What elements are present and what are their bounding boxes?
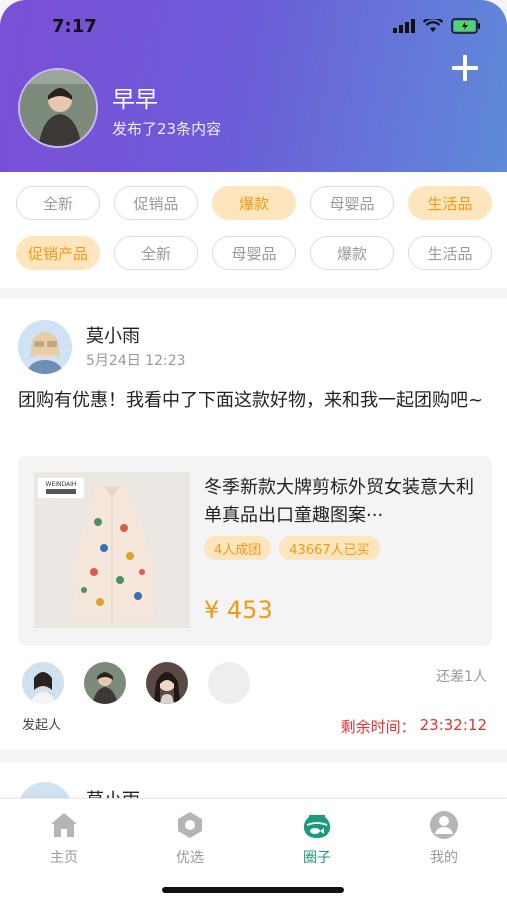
user-name: 早早 — [112, 87, 158, 113]
tag-row-2: 促销产品 全新 母婴品 爆款 生活品 — [16, 236, 492, 270]
post-count-subtitle: 发布了23条内容 — [112, 120, 222, 138]
product-card[interactable]: WEINDAIH 冬季新款大牌剪标外贸女装意大利单真品出口童趣图案··· 4人成… — [18, 456, 492, 646]
bottom-nav: 主页 优选 圈子 我的 — [0, 798, 507, 900]
countdown: 剩余时间： 23:32:12 — [341, 716, 487, 737]
tag-chip[interactable]: 促销产品 — [16, 236, 100, 270]
product-title: 冬季新款大牌剪标外贸女装意大利单真品出口童趣图案··· — [204, 477, 474, 526]
nav-item-profile[interactable]: 我的 — [399, 809, 489, 867]
user-avatar[interactable] — [18, 68, 98, 148]
member-avatar-initiator[interactable] — [22, 662, 64, 704]
author-name[interactable]: 莫小雨 — [86, 322, 140, 348]
tag-chip[interactable]: 母婴品 — [310, 186, 394, 220]
product-price: ¥ 453 — [204, 596, 273, 624]
status-bar: 7:17 — [0, 0, 507, 56]
home-indicator — [162, 887, 344, 893]
sold-count-badge: 43667人已买 — [279, 536, 380, 560]
tag-chip[interactable]: 全新 — [114, 236, 198, 270]
tag-chip[interactable]: 全新 — [16, 186, 100, 220]
post-timestamp: 5月24日 12:23 — [86, 353, 186, 369]
tag-chip[interactable]: 生活品 — [408, 186, 492, 220]
tag-chip[interactable]: 生活品 — [408, 236, 492, 270]
post-text: 团购有优惠！我看中了下面这款好物，来和我一起团购吧~ — [18, 390, 484, 411]
nav-label: 我的 — [430, 850, 458, 866]
author-avatar[interactable] — [18, 320, 72, 374]
member-avatar[interactable] — [146, 662, 188, 704]
members-missing-text: 还差1人 — [436, 669, 487, 685]
tag-chip[interactable]: 母婴品 — [212, 236, 296, 270]
member-avatar[interactable] — [84, 662, 126, 704]
post-card: 莫小雨 — [0, 762, 507, 802]
product-badges: 4人成团 43667人已买 — [204, 536, 380, 560]
product-image: WEINDAIH — [34, 472, 190, 628]
add-post-button[interactable] — [449, 52, 481, 84]
signal-icon — [393, 19, 415, 33]
status-icons — [393, 18, 481, 34]
group-members — [22, 662, 250, 704]
tag-filter-panel: 全新 促销品 爆款 母婴品 生活品 促销产品 全新 母婴品 爆款 生活品 — [0, 172, 507, 288]
tag-chip[interactable]: 促销品 — [114, 186, 198, 220]
nav-label: 主页 — [50, 850, 78, 866]
battery-icon — [451, 18, 480, 34]
tag-chip[interactable]: 爆款 — [212, 186, 296, 220]
svg-text:WEINDAIH: WEINDAIH — [46, 481, 77, 488]
nav-item-featured[interactable]: 优选 — [145, 809, 235, 867]
tag-chip[interactable]: 爆款 — [310, 236, 394, 270]
post-card: 莫小雨 5月24日 12:23 团购有优惠！我看中了下面这款好物，来和我一起团购… — [0, 298, 507, 750]
group-size-badge: 4人成团 — [204, 536, 272, 560]
nav-item-circle[interactable]: 圈子 — [272, 809, 362, 867]
wifi-icon — [423, 19, 443, 32]
profile-header: 7:17 早早 发布了23条内容 — [0, 0, 507, 172]
initiator-label: 发起人 — [22, 718, 62, 733]
profile-icon — [430, 811, 458, 839]
countdown-time: 23:32:12 — [419, 716, 487, 734]
nav-label: 优选 — [176, 850, 204, 866]
tag-row-1: 全新 促销品 爆款 母婴品 生活品 — [16, 186, 492, 220]
nav-label: 圈子 — [303, 850, 331, 866]
status-time: 7:17 — [52, 16, 97, 37]
nav-item-home[interactable]: 主页 — [19, 809, 109, 867]
countdown-label: 剩余时间： — [340, 718, 416, 736]
hexagon-icon — [178, 812, 202, 838]
empty-member-slot[interactable] — [208, 662, 250, 704]
home-icon — [51, 813, 77, 837]
fishbowl-icon — [303, 815, 331, 838]
